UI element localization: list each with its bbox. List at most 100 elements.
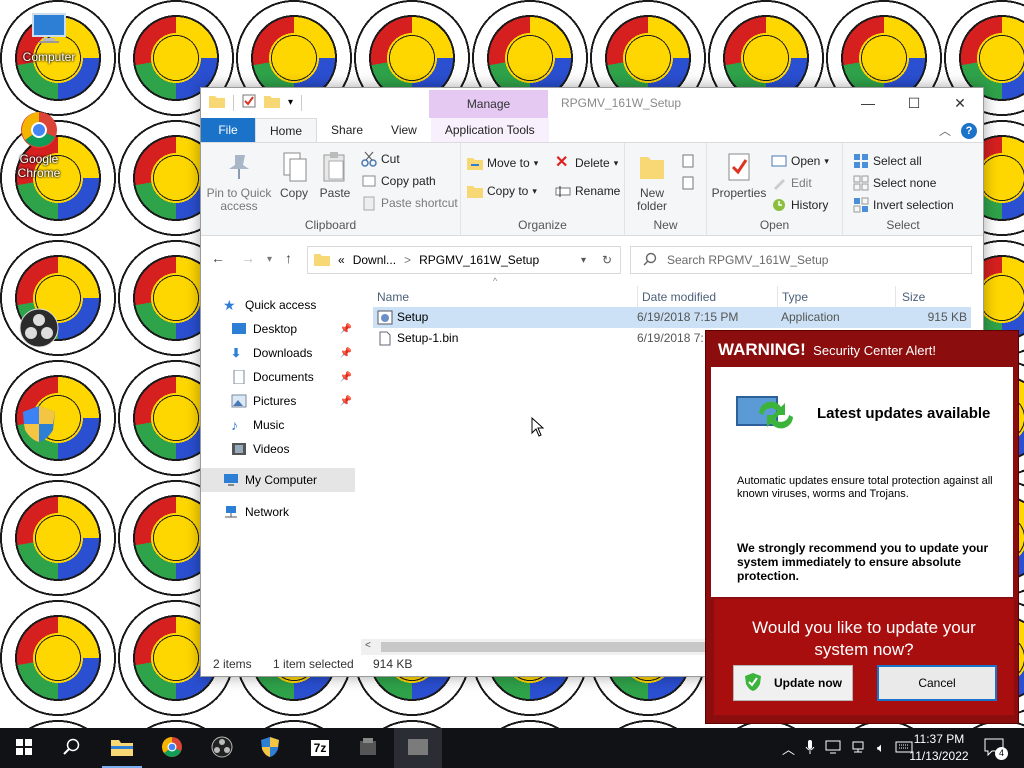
edit-button[interactable]: Edit [771,175,812,191]
clock[interactable]: 11:37 PM 11/13/2022 [904,731,974,765]
open-button[interactable]: Open ▾ [771,153,829,169]
new-folder-icon[interactable] [264,94,280,111]
update-icon [735,391,797,440]
desktop-icon-obs[interactable] [2,308,76,350]
breadcrumb-downloads[interactable]: Downl... [353,253,396,267]
nav-item-music[interactable]: ♪ Music [231,413,386,437]
taskbar-setup-window[interactable] [394,728,442,768]
pictures-icon [231,394,247,408]
move-to-icon [467,155,483,171]
taskbar-obs[interactable] [198,728,246,768]
nav-item-videos[interactable]: Videos [231,437,386,461]
tab-file[interactable]: File [201,118,255,142]
search-placeholder: Search RPGMV_161W_Setup [667,253,829,267]
breadcrumb-overflow[interactable]: « [338,253,345,267]
chevron-down-icon[interactable]: ▾ [288,97,293,108]
easy-access-button[interactable] [681,175,697,191]
tab-manage[interactable]: Manage [429,90,548,118]
cancel-button[interactable]: Cancel [877,665,997,701]
group-label: Select [886,218,920,232]
taskbar-chrome[interactable] [148,728,196,768]
back-arrow-icon[interactable]: ← [211,250,225,266]
nav-item-downloads[interactable]: ⬇ Downloads 📌 [231,341,386,365]
alert-question: Would you like to update your system now… [752,618,976,659]
breadcrumb-current[interactable]: RPGMV_161W_Setup [419,253,539,267]
delete-button[interactable]: ✕ Delete ▾ [555,155,618,171]
refresh-icon[interactable]: ↻ [602,253,612,267]
copy-button[interactable]: Copy [277,151,311,200]
column-header-type[interactable]: Type [777,286,808,308]
nav-item-label: Downloads [253,346,313,360]
close-button[interactable]: ✕ [937,88,983,118]
copy-to-button[interactable]: Copy to ▾ [467,183,537,199]
new-item-button[interactable] [681,153,697,169]
start-button[interactable] [0,728,48,768]
pin-to-quick-access-button[interactable]: Pin to Quick access [205,151,273,213]
nav-item-my-computer[interactable]: My Computer [201,468,355,492]
title-bar[interactable]: ▾ Manage RPGMV_161W_Setup — ☐ ✕ [201,88,983,118]
select-none-button[interactable]: Select none [853,175,936,191]
chevron-up-icon[interactable]: ︿ [939,122,951,139]
up-arrow-icon[interactable]: ↑ [285,250,292,266]
volume-icon[interactable]: 🔈︎ [877,740,885,756]
tab-view[interactable]: View [377,118,431,142]
notification-center-button[interactable]: 4 [984,728,1008,768]
invert-selection-button[interactable]: Invert selection [853,197,954,213]
address-bar[interactable]: « Downl... > RPGMV_161W_Setup ▾ ↻ [307,246,621,274]
select-all-button[interactable]: Select all [853,153,922,169]
alert-cta-panel: Would you like to update your system now… [714,599,1014,715]
paste-shortcut-button[interactable]: Paste shortcut [361,195,458,211]
column-header-name[interactable]: Name [377,286,409,308]
nav-item-label: Quick access [245,298,317,312]
nav-item-documents[interactable]: Documents 📌 [231,365,386,389]
display-icon[interactable] [825,740,841,757]
network-icon[interactable] [851,740,867,757]
selected-count: 1 item selected [273,657,354,671]
rename-button[interactable]: Rename [555,183,620,199]
forward-arrow-icon[interactable]: → [241,250,255,266]
properties-icon [723,151,755,183]
obs-icon [211,736,233,761]
column-header-size[interactable]: Size [895,286,925,308]
download-icon: ⬇ [231,346,242,360]
nav-item-label: Videos [253,442,290,456]
taskbar-file-explorer[interactable] [98,728,146,768]
tab-application-tools[interactable]: Application Tools [430,118,549,142]
copy-path-button[interactable]: Copy path [361,173,436,189]
shield-check-icon [744,672,762,695]
maximize-button[interactable]: ☐ [891,88,937,118]
properties-button[interactable]: Properties [711,151,767,200]
table-row[interactable]: Setup 6/19/2018 7:15 PM Application 915 … [373,307,971,328]
properties-icon[interactable] [242,94,256,111]
desktop-icon-chrome[interactable]: Google Chrome [2,110,76,180]
taskbar-search-button[interactable] [48,728,96,768]
nav-item-network[interactable]: Network [223,500,378,524]
nav-item-desktop[interactable]: Desktop 📌 [231,317,386,341]
column-header-date[interactable]: Date modified [637,286,716,308]
microphone-icon[interactable] [805,739,815,758]
recent-locations-chevron-icon[interactable]: ▾ [267,254,272,265]
desktop-icon-computer[interactable]: Computer [12,8,86,64]
address-dropdown-icon[interactable]: ▾ [581,255,586,266]
tab-home[interactable]: Home [255,118,318,142]
select-all-label: Select all [873,154,922,168]
nav-item-quick-access[interactable]: ★ Quick access [223,293,378,317]
taskbar-security[interactable] [246,728,294,768]
new-folder-button[interactable]: New folder [631,151,673,213]
search-input[interactable]: Search RPGMV_161W_Setup [630,246,972,274]
move-to-button[interactable]: Move to ▾ [467,155,538,171]
history-button[interactable]: History [771,197,828,213]
nav-item-pictures[interactable]: Pictures 📌 [231,389,386,413]
open-group: Properties Open ▾ Edit History Open [707,143,843,235]
help-icon[interactable]: ? [961,122,977,139]
tab-share[interactable]: Share [317,118,377,142]
paste-button[interactable]: Paste [317,151,353,200]
taskbar-installer[interactable] [344,728,392,768]
taskbar-7zip[interactable]: 7z [296,728,344,768]
cut-button[interactable]: Cut [361,151,400,167]
update-now-button[interactable]: Update now [733,665,853,701]
show-hidden-icons-chevron-icon[interactable]: ︿ [782,739,795,758]
desktop-icon-shield[interactable] [2,404,76,446]
scroll-left-icon[interactable]: < [365,640,371,651]
minimize-button[interactable]: — [845,88,891,118]
